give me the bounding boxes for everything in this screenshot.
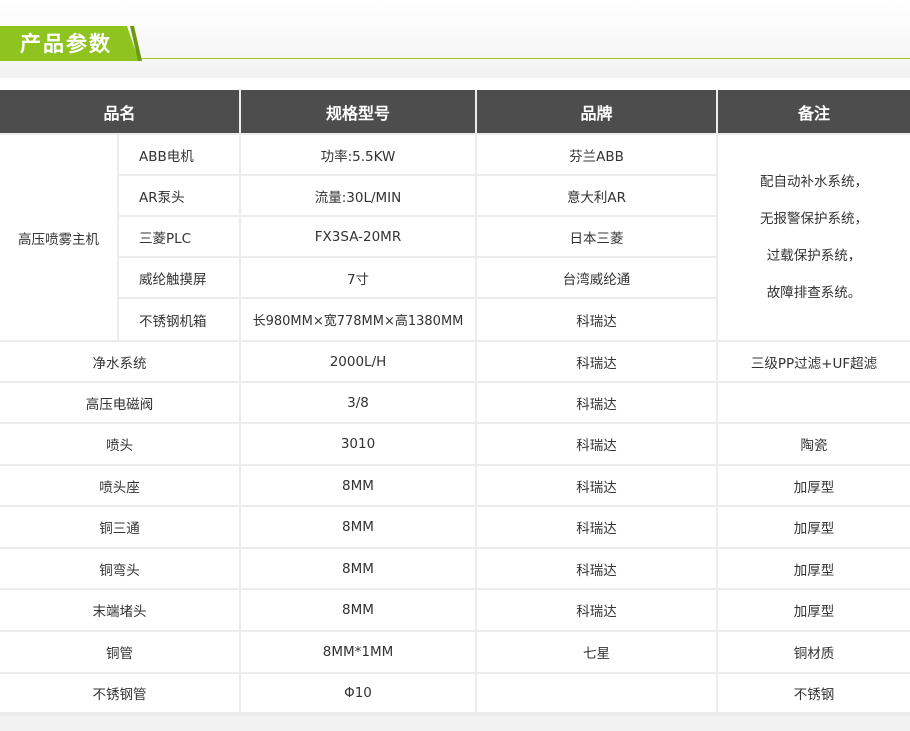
note-line: 故障排查系统。: [766, 284, 862, 301]
component-spec: FX3SA-20MR: [241, 217, 475, 256]
component-spec: 长980MM×宽778MM×高1380MM: [241, 299, 475, 340]
note-line: 配自动补水系统，: [760, 173, 868, 190]
row-spec: 8MM*1MM: [241, 632, 475, 672]
main-unit-label: 高压喷雾主机: [0, 135, 117, 340]
component-brand: 日本三菱: [477, 217, 716, 256]
row-note: 加厚型: [718, 466, 910, 505]
row-brand: 科瑞达: [477, 424, 716, 464]
component-name: ABB电机: [119, 135, 239, 174]
component-spec: 7寸: [241, 258, 475, 297]
row-brand: 科瑞达: [477, 342, 716, 381]
row-name: 铜管: [0, 632, 239, 672]
row-brand: 科瑞达: [477, 466, 716, 505]
row-note: [718, 383, 910, 422]
component-brand: 意大利AR: [477, 176, 716, 215]
row-name: 喷头座: [0, 466, 239, 505]
component-name: 三菱PLC: [119, 217, 239, 256]
row-note: 三级PP过滤+UF超滤: [718, 342, 910, 381]
row-name: 铜弯头: [0, 549, 239, 588]
section-title: 产品参数: [20, 32, 112, 56]
row-note: 加厚型: [718, 507, 910, 547]
component-name: AR泵头: [119, 176, 239, 215]
row-spec: 3010: [241, 424, 475, 464]
row-note: 铜材质: [718, 632, 910, 672]
row-name: 末端堵头: [0, 590, 239, 630]
row-spec: 3/8: [241, 383, 475, 422]
row-note: 陶瓷: [718, 424, 910, 464]
row-brand: [477, 674, 716, 712]
row-spec: 8MM: [241, 507, 475, 547]
component-brand: 台湾威纶通: [477, 258, 716, 297]
row-spec: 8MM: [241, 466, 475, 505]
component-name: 不锈钢机箱: [119, 299, 239, 340]
row-name: 铜三通: [0, 507, 239, 547]
row-spec: Φ10: [241, 674, 475, 712]
component-brand: 科瑞达: [477, 299, 716, 340]
component-name: 威纶触摸屏: [119, 258, 239, 297]
row-spec: 8MM: [241, 549, 475, 588]
row-brand: 七星: [477, 632, 716, 672]
header-spec: 规格型号: [241, 90, 475, 133]
row-brand: 科瑞达: [477, 383, 716, 422]
header-brand: 品牌: [477, 90, 716, 133]
row-note: 加厚型: [718, 549, 910, 588]
component-spec: 功率:5.5KW: [241, 135, 475, 174]
note-line: 无报警保护系统，: [760, 210, 868, 227]
row-note: 不锈钢: [718, 674, 910, 712]
component-spec: 流量:30L/MIN: [241, 176, 475, 215]
row-note: 加厚型: [718, 590, 910, 630]
row-name: 不锈钢管: [0, 674, 239, 712]
product-spec-table: 品名 规格型号 品牌 备注 高压喷雾主机 ABB电机 功率:5.5KW 芬兰AB…: [0, 90, 910, 716]
header-name: 品名: [0, 90, 239, 133]
row-brand: 科瑞达: [477, 590, 716, 630]
note-line: 过载保护系统，: [766, 247, 862, 264]
row-name: 高压电磁阀: [0, 383, 239, 422]
row-spec: 2000L/H: [241, 342, 475, 381]
row-spec: 8MM: [241, 590, 475, 630]
page-footer-strip: [0, 716, 910, 731]
row-name: 净水系统: [0, 342, 239, 381]
header-note: 备注: [718, 90, 910, 133]
row-name: 喷头: [0, 424, 239, 464]
main-unit-note: 配自动补水系统， 无报警保护系统， 过载保护系统， 故障排查系统。: [718, 135, 910, 340]
row-brand: 科瑞达: [477, 507, 716, 547]
row-brand: 科瑞达: [477, 549, 716, 588]
component-brand: 芬兰ABB: [477, 135, 716, 174]
